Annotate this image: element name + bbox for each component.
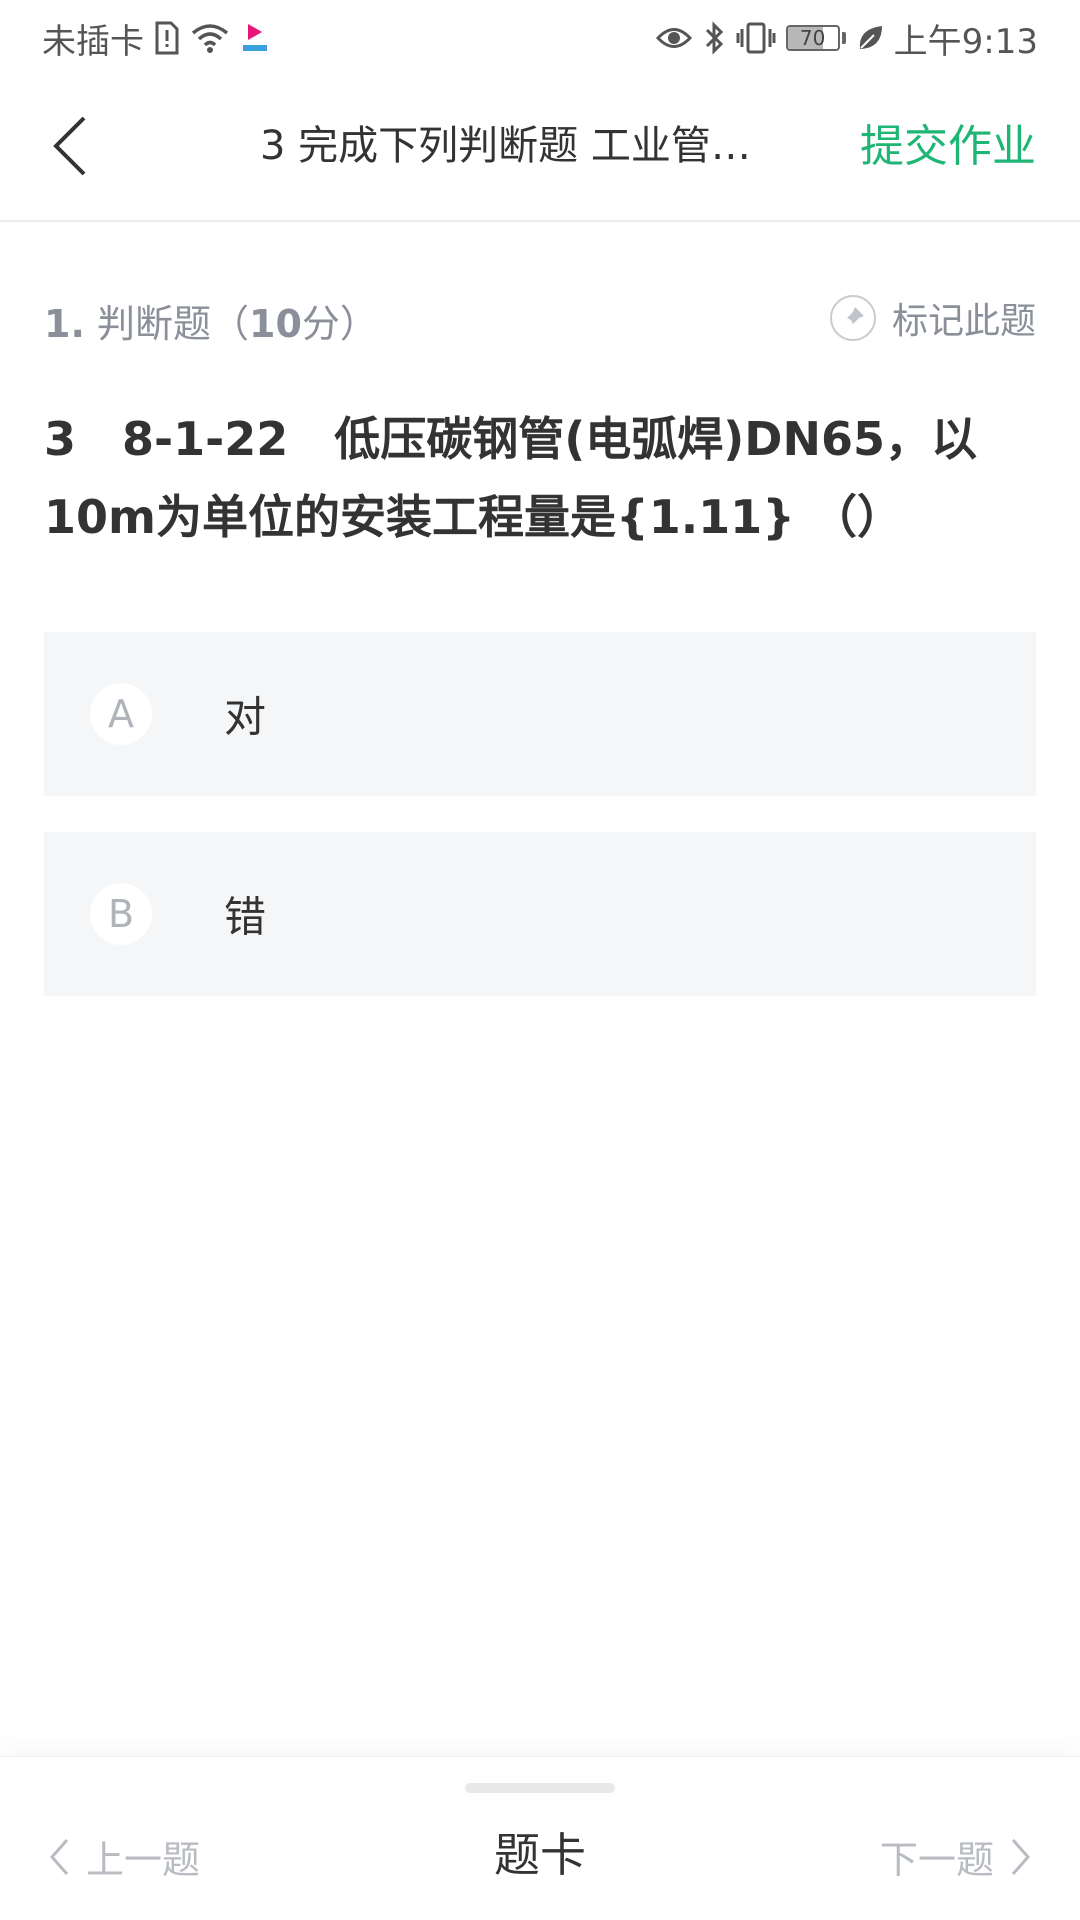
submit-homework-button[interactable]: 提交作业 [860,114,1036,180]
vibrate-icon [736,18,776,58]
status-bar: 未插卡 70 上午9:13 [0,0,1080,76]
option-b[interactable]: B 错 [44,832,1036,996]
option-a[interactable]: A 对 [44,632,1036,796]
bluetooth-icon [702,18,726,58]
question-number: 1. [44,302,85,346]
next-question-button[interactable]: 下一题 [880,1829,1032,1884]
question-type-label: 1. 判断题（10分） [44,296,378,352]
battery-icon: 70 [785,25,846,51]
battery-level-text: 70 [799,26,826,50]
drag-handle[interactable] [465,1783,615,1793]
next-question-label: 下一题 [879,1838,994,1882]
mark-question-button[interactable]: 标记此题 [829,292,1036,344]
battery-body: 70 [785,25,840,51]
clock-text: 上午9:13 [893,21,1038,62]
status-left: 未插卡 [42,14,270,63]
back-button[interactable] [30,106,110,186]
status-right: 70 上午9:13 [655,14,1038,63]
sim-alert-icon [154,18,180,58]
leaf-icon [856,18,884,58]
chevron-left-icon [53,116,86,176]
wifi-icon [190,18,230,58]
eye-icon [655,18,692,58]
question-score: 10 [249,302,302,346]
page-title: 3 完成下列判断题 工业管… [260,123,751,169]
option-text: 对 [224,692,267,742]
question-type-text: 判断题（ [96,302,249,346]
mark-question-label: 标记此题 [891,301,1036,342]
option-letter: B [90,883,152,945]
pin-icon [829,295,876,341]
header-bar: 3 完成下列判断题 工业管… 提交作业 [0,76,1080,222]
question-score-suffix: 分） [301,302,378,346]
app-notification-icon [240,18,270,58]
question-text: 3 8-1-22 低压碳钢管(电弧焊)DN65，以10m为单位的安装工程量是{1… [44,412,977,544]
chevron-right-icon [1011,1838,1031,1875]
bottom-bar: 上一题 题卡 下一题 [0,1756,1080,1920]
option-letter: A [90,683,152,745]
page: 未插卡 70 上午9:13 3 完成下列判断题 工业管… 提交作业 1. 判断题… [0,0,1080,1920]
carrier-text: 未插卡 [42,21,144,62]
option-text: 错 [224,892,267,942]
battery-cap [841,32,846,44]
